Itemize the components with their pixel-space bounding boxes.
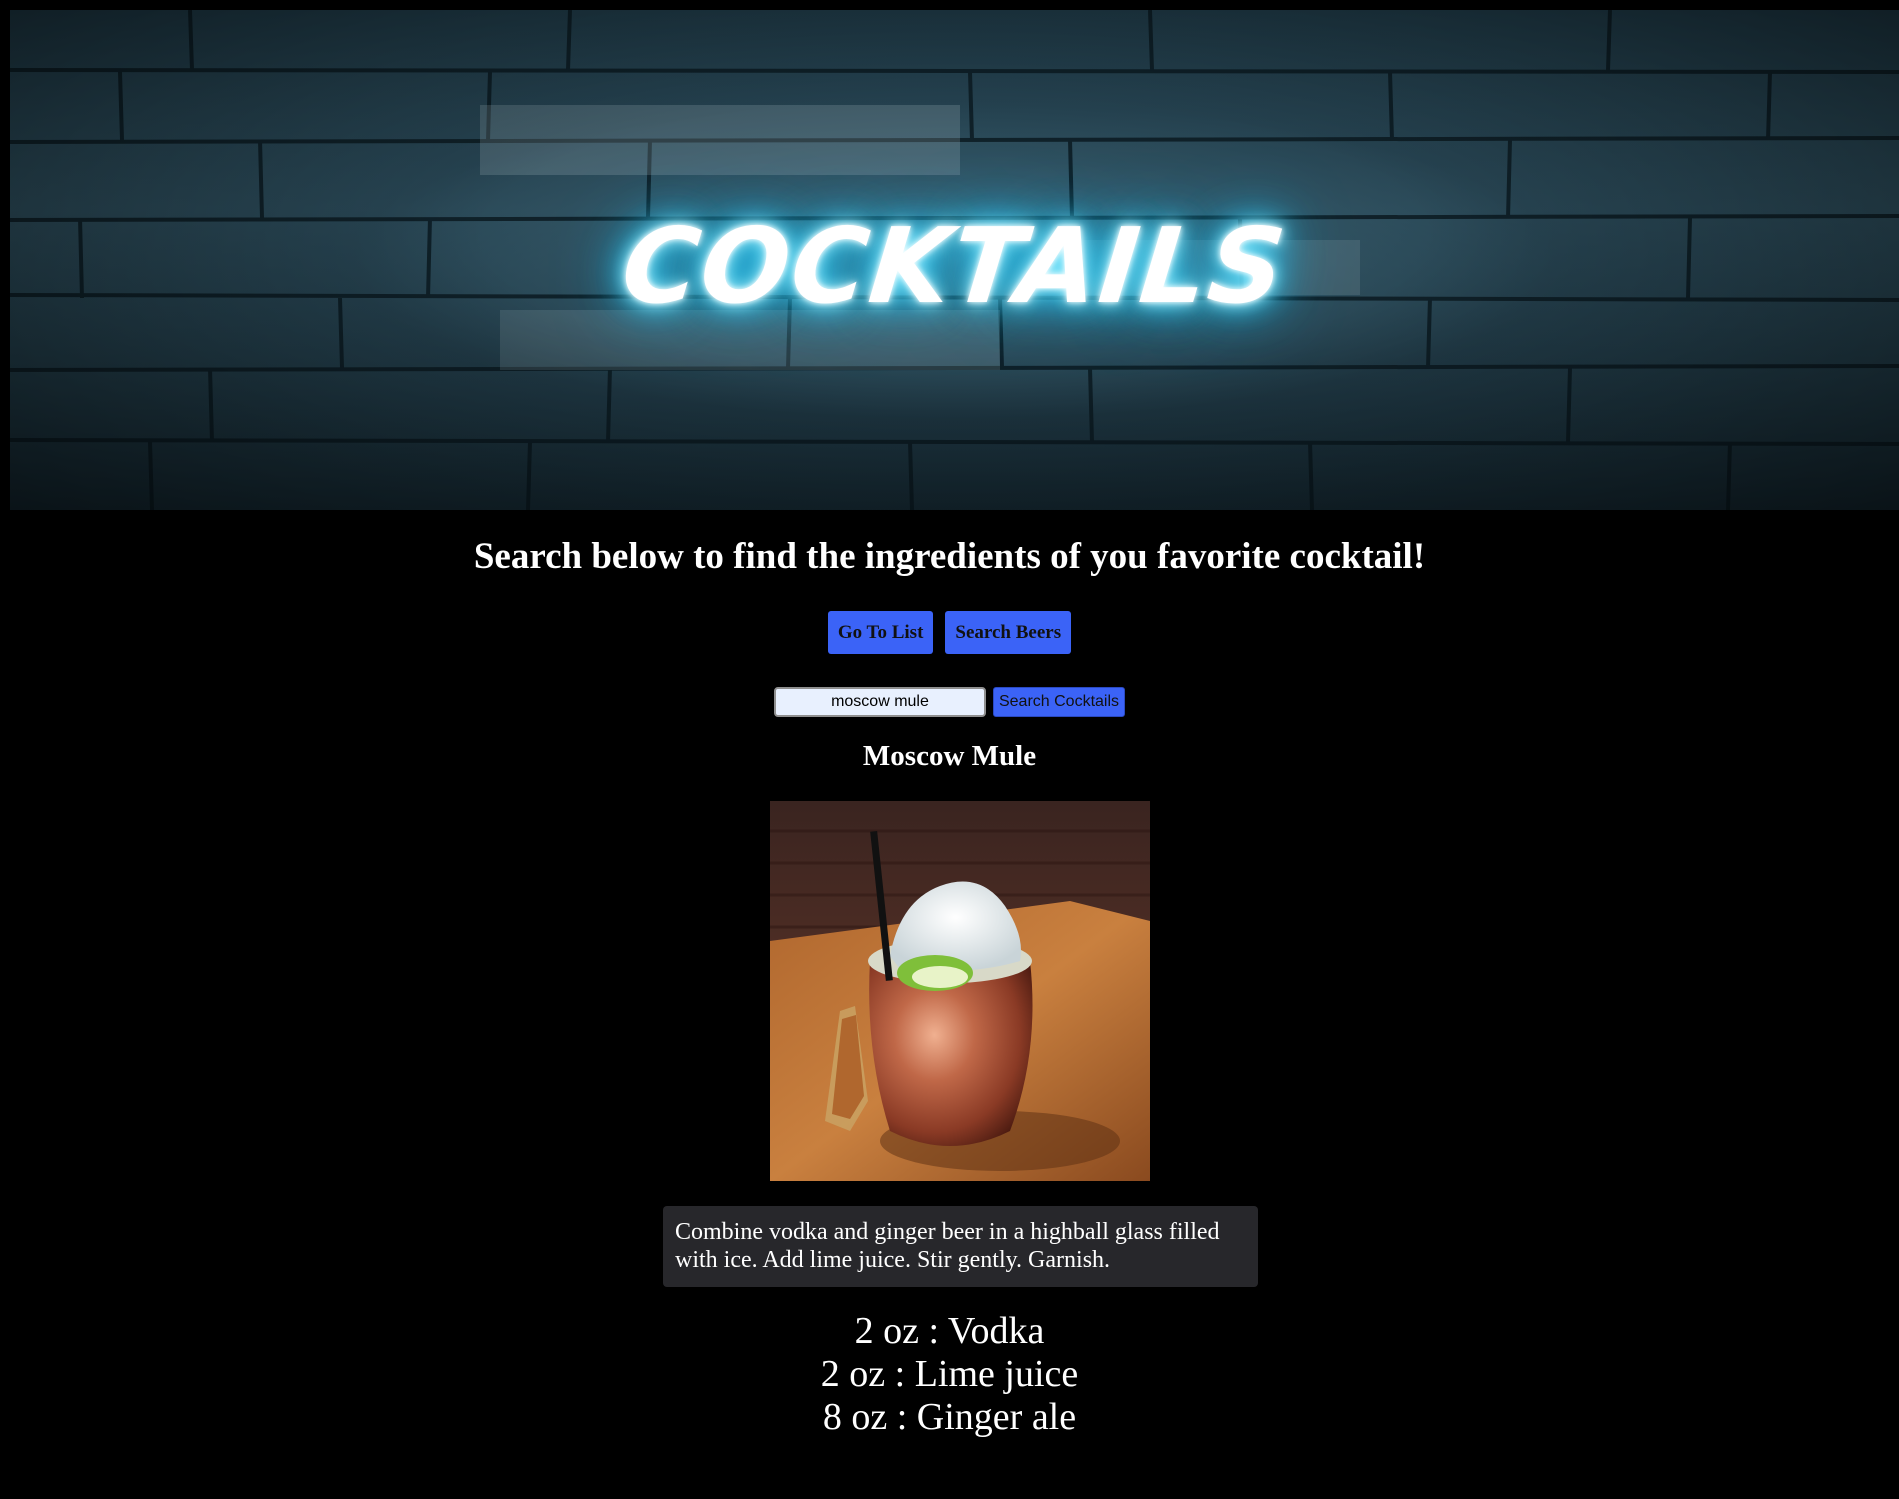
ingredient-item: 2 oz : Lime juice [820, 1353, 1079, 1395]
search-beers-button[interactable]: Search Beers [945, 611, 1072, 654]
ingredients-list: 2 oz : Vodka 2 oz : Lime juice 8 oz : Gi… [0, 1310, 1899, 1439]
cocktail-search-input[interactable] [773, 687, 986, 717]
search-cocktails-button[interactable]: Search Cocktails [992, 687, 1126, 717]
neon-cocktails-logo: COCKTAILS [616, 205, 1293, 327]
page: COCKTAILS Search below to find the ingre… [0, 0, 1899, 1499]
page-headline: Search below to find the ingredients of … [473, 536, 1426, 577]
go-to-list-button[interactable]: Go To List [827, 611, 934, 654]
drink-name: Moscow Mule [862, 740, 1037, 772]
drink-photo [770, 801, 1150, 1181]
ingredient-item: 8 oz : Ginger ale [822, 1396, 1077, 1438]
search-form: Search Cocktails [0, 687, 1899, 717]
instructions-box: Combine vodka and ginger beer in a highb… [663, 1206, 1258, 1287]
ingredient-item: 2 oz : Vodka [854, 1310, 1045, 1352]
nav-button-group: Go To List Search Beers [0, 611, 1899, 654]
header-banner: COCKTAILS [10, 10, 1899, 510]
